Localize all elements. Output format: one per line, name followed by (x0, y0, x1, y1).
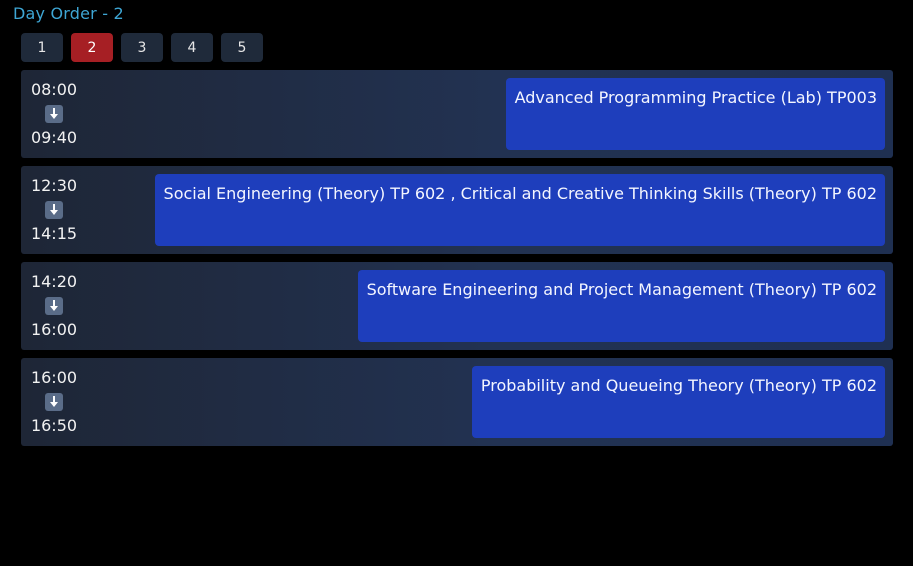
down-arrow-icon (45, 201, 63, 219)
end-time: 14:15 (30, 224, 78, 243)
tab-day-3[interactable]: 3 (121, 33, 163, 62)
end-time: 09:40 (30, 128, 78, 147)
schedule-row: 08:00 09:40 Advanced Programming Practic… (21, 70, 893, 158)
time-range: 12:30 14:15 (29, 174, 79, 246)
start-time: 08:00 (30, 80, 78, 99)
course-block[interactable]: Advanced Programming Practice (Lab) TP00… (505, 78, 885, 150)
tab-day-4[interactable]: 4 (171, 33, 213, 62)
end-time: 16:50 (30, 416, 78, 435)
end-time: 16:00 (30, 320, 78, 339)
time-range: 08:00 09:40 (29, 78, 79, 150)
start-time: 16:00 (30, 368, 78, 387)
schedule-list: 08:00 09:40 Advanced Programming Practic… (21, 70, 893, 454)
start-time: 12:30 (30, 176, 78, 195)
schedule-row: 14:20 16:00 Software Engineering and Pro… (21, 262, 893, 350)
timetable-page: Day Order - 2 1 2 3 4 5 08:00 09:40 Adva… (0, 0, 913, 566)
schedule-row: 12:30 14:15 Social Engineering (Theory) … (21, 166, 893, 254)
course-block[interactable]: Probability and Queueing Theory (Theory)… (471, 366, 885, 438)
down-arrow-icon (45, 297, 63, 315)
course-block[interactable]: Software Engineering and Project Managem… (357, 270, 885, 342)
tab-day-2[interactable]: 2 (71, 33, 113, 62)
time-range: 14:20 16:00 (29, 270, 79, 342)
schedule-row: 16:00 16:50 Probability and Queueing The… (21, 358, 893, 446)
tab-day-5[interactable]: 5 (221, 33, 263, 62)
start-time: 14:20 (30, 272, 78, 291)
tab-day-1[interactable]: 1 (21, 33, 63, 62)
down-arrow-icon (45, 393, 63, 411)
page-title: Day Order - 2 (13, 4, 124, 23)
day-order-tabs: 1 2 3 4 5 (21, 33, 263, 62)
down-arrow-icon (45, 105, 63, 123)
course-block[interactable]: Social Engineering (Theory) TP 602 , Cri… (154, 174, 885, 246)
time-range: 16:00 16:50 (29, 366, 79, 438)
